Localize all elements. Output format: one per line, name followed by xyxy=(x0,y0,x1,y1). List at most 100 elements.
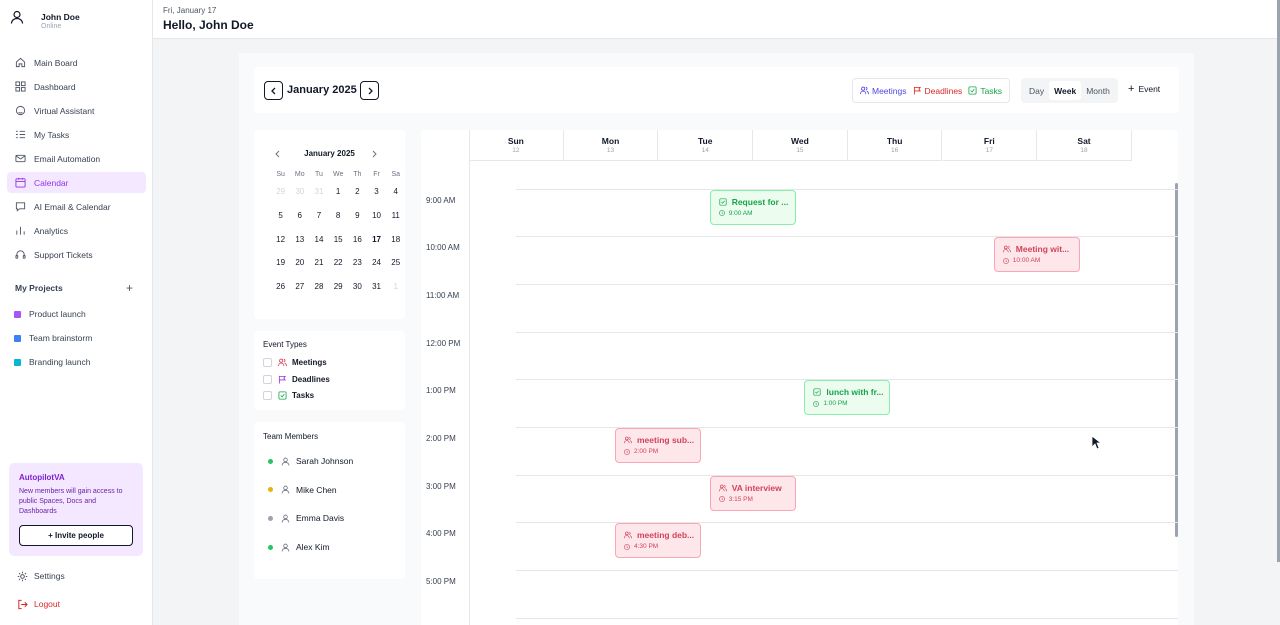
mini-calendar-day[interactable]: 16 xyxy=(348,233,367,257)
mini-calendar-day[interactable]: 9 xyxy=(348,209,367,233)
mini-calendar-day[interactable]: 7 xyxy=(309,209,328,233)
mini-calendar-day[interactable]: 31 xyxy=(367,280,386,304)
calendar-event[interactable]: Request for ... 9:00 AM xyxy=(709,189,796,225)
day-date: 14 xyxy=(701,147,709,154)
calendar-event[interactable]: meeting deb... 4:30 PM xyxy=(615,523,701,559)
mini-calendar-day[interactable]: 11 xyxy=(386,209,405,233)
day-header-mon[interactable]: Mon 13 xyxy=(563,130,659,161)
mini-calendar-day[interactable]: 6 xyxy=(290,209,309,233)
filter-deadlines-button[interactable]: Deadlines xyxy=(910,81,966,100)
check-square-icon xyxy=(278,391,287,400)
mini-calendar-day[interactable]: 25 xyxy=(386,256,405,280)
mini-calendar-day[interactable]: 31 xyxy=(309,185,328,209)
event-type-meetings[interactable]: Meetings xyxy=(263,358,327,367)
calendar-event[interactable]: lunch with fr... 1:00 PM xyxy=(804,380,891,416)
mini-calendar-day[interactable]: 30 xyxy=(348,280,367,304)
day-header-thu[interactable]: Thu 16 xyxy=(847,130,943,161)
mini-calendar-day[interactable]: 30 xyxy=(290,185,309,209)
mini-calendar-day[interactable]: 13 xyxy=(290,233,309,257)
mini-weekday-label: Tu xyxy=(315,171,323,178)
mini-calendar-day[interactable]: 22 xyxy=(329,256,348,280)
mini-calendar-day[interactable]: 15 xyxy=(329,233,348,257)
view-week-button[interactable]: Week xyxy=(1049,81,1082,100)
settings-link[interactable]: Settings xyxy=(17,570,65,582)
sidebar-item-email-automation[interactable]: Email Automation xyxy=(7,148,146,169)
mini-calendar-day[interactable]: 4 xyxy=(386,185,405,209)
event-type-checkbox[interactable] xyxy=(263,374,272,384)
sidebar-item-ai-email-calendar[interactable]: AI Email & Calendar xyxy=(7,196,146,217)
mini-calendar-day[interactable]: 26 xyxy=(271,280,290,304)
calendar-event[interactable]: VA interview 3:15 PM xyxy=(709,475,796,511)
mini-calendar-day[interactable]: 23 xyxy=(348,256,367,280)
team-member[interactable]: Emma Davis xyxy=(268,513,344,523)
project-item[interactable]: Branding launch xyxy=(14,350,92,374)
mini-calendar-day[interactable]: 29 xyxy=(329,280,348,304)
event-type-checkbox[interactable] xyxy=(263,358,272,367)
sidebar-item-virtual-assistant[interactable]: Virtual Assistant xyxy=(7,100,146,121)
mini-calendar-day[interactable]: 2 xyxy=(348,185,367,209)
sidebar-item-my-tasks[interactable]: My Tasks xyxy=(7,124,146,145)
sidebar-item-label: Support Tickets xyxy=(34,249,93,260)
prev-month-button[interactable] xyxy=(264,81,283,100)
event-type-tasks[interactable]: Tasks xyxy=(263,391,314,400)
mini-calendar-day[interactable]: 19 xyxy=(271,256,290,280)
mini-calendar-day[interactable]: 12 xyxy=(271,233,290,257)
sidebar-item-analytics[interactable]: Analytics xyxy=(7,220,146,241)
day-header-sat[interactable]: Sat 18 xyxy=(1037,130,1132,161)
day-header-tue[interactable]: Tue 14 xyxy=(658,130,754,161)
sidebar-item-label: Virtual Assistant xyxy=(34,105,95,116)
mini-calendar-day[interactable]: 1 xyxy=(386,280,405,304)
calendar-event[interactable]: Meeting wit... 10:00 AM xyxy=(993,237,1080,273)
team-member[interactable]: Alex Kim xyxy=(268,542,330,552)
mini-calendar-day[interactable]: 21 xyxy=(309,256,328,280)
calendar-toolbar: January 2025 Meetings Deadlines Tasks Da… xyxy=(254,67,1179,113)
mini-calendar-day[interactable]: 20 xyxy=(290,256,309,280)
sidebar-item-support-tickets[interactable]: Support Tickets xyxy=(7,244,146,265)
event-title: meeting sub... xyxy=(637,435,695,445)
mini-calendar-day[interactable]: 5 xyxy=(271,209,290,233)
check-square-icon xyxy=(968,86,977,95)
invite-people-button[interactable]: + Invite people xyxy=(19,525,133,546)
project-item[interactable]: Product launch xyxy=(14,302,92,326)
mini-next-month-icon[interactable] xyxy=(369,149,379,159)
sidebar-item-calendar[interactable]: Calendar xyxy=(7,172,146,193)
filter-tasks-button[interactable]: Tasks xyxy=(965,81,1005,100)
mini-calendar-day[interactable]: 27 xyxy=(290,280,309,304)
mini-weekday-label: Sa xyxy=(391,171,400,178)
sidebar: John Doe Online Main Board Dashboard Virtu… xyxy=(0,0,153,625)
hour-label: 10:00 AM xyxy=(426,243,460,253)
view-day-button[interactable]: Day xyxy=(1024,81,1049,100)
mini-calendar-day[interactable]: 28 xyxy=(309,280,328,304)
user-profile[interactable]: John Doe Online xyxy=(10,9,80,30)
mini-calendar-day[interactable]: 1 xyxy=(329,185,348,209)
logout-label: Logout xyxy=(34,599,60,609)
logout-link[interactable]: Logout xyxy=(17,598,65,610)
projects-header: My Projects + xyxy=(15,282,133,294)
promo-title: AutopilotVA xyxy=(19,473,65,482)
day-header-fri[interactable]: Fri 17 xyxy=(942,130,1038,161)
mini-calendar-day[interactable]: 29 xyxy=(271,185,290,209)
sidebar-item-main-board[interactable]: Main Board xyxy=(7,52,146,73)
calendar-event[interactable]: meeting sub... 2:00 PM xyxy=(615,428,701,463)
team-member[interactable]: Mike Chen xyxy=(268,485,337,495)
mini-calendar-day[interactable]: 8 xyxy=(329,209,348,233)
mini-calendar-day[interactable]: 10 xyxy=(367,209,386,233)
mini-calendar-day[interactable]: 14 xyxy=(309,233,328,257)
mini-calendar-day[interactable]: 17 xyxy=(367,233,386,257)
sidebar-item-dashboard[interactable]: Dashboard xyxy=(7,76,146,97)
view-month-button[interactable]: Month xyxy=(1081,81,1115,100)
add-project-icon[interactable]: + xyxy=(126,282,133,294)
mini-calendar-day[interactable]: 24 xyxy=(367,256,386,280)
team-member[interactable]: Sarah Johnson xyxy=(268,456,353,466)
mini-calendar-day[interactable]: 18 xyxy=(386,233,405,257)
day-header-sun[interactable]: Sun 12 xyxy=(469,130,564,161)
mini-calendar-day[interactable]: 3 xyxy=(367,185,386,209)
event-type-deadlines[interactable]: Deadlines xyxy=(263,374,330,384)
project-item[interactable]: Team brainstorm xyxy=(14,326,92,350)
next-month-button[interactable] xyxy=(360,81,379,100)
filter-meetings-button[interactable]: Meetings xyxy=(857,81,910,100)
day-header-wed[interactable]: Wed 15 xyxy=(753,130,848,161)
event-type-checkbox[interactable] xyxy=(263,391,272,400)
add-event-button[interactable]: + Event xyxy=(1128,84,1160,95)
event-type-label: Deadlines xyxy=(292,374,330,384)
